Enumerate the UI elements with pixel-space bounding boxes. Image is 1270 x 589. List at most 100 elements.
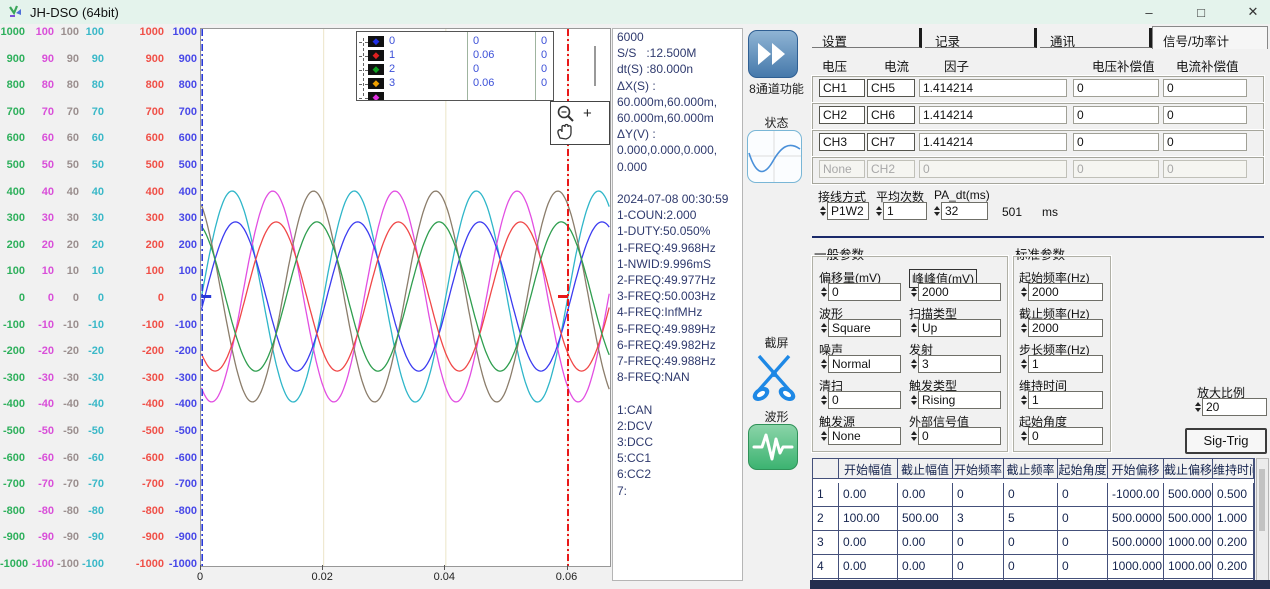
spin-down-icon[interactable] <box>911 329 917 333</box>
spin-up-icon[interactable] <box>1021 431 1027 435</box>
spin-down-icon[interactable] <box>1021 437 1027 441</box>
table-cell[interactable]: 500.0000 <box>1108 507 1164 531</box>
std-param-0-spinner[interactable]: 2000 <box>1019 283 1103 301</box>
voltage-channel-select[interactable]: CH2 <box>819 106 865 124</box>
segment-table[interactable]: 开始幅值截止幅值开始频率截止频率起始角度开始偏移截止偏移维持时间10.000.0… <box>812 458 1255 582</box>
param-5-spinner[interactable]: 3 <box>909 355 1001 373</box>
table-cell[interactable]: 0.500 <box>1213 483 1254 507</box>
table-cell[interactable]: 0 <box>1058 531 1108 555</box>
spinner-value[interactable]: 0 <box>828 391 901 409</box>
spinner-value[interactable]: 1 <box>1028 355 1103 373</box>
spin-up-icon[interactable] <box>821 359 827 363</box>
spin-up-icon[interactable] <box>934 206 940 210</box>
param-1-spinner[interactable]: 2000 <box>909 283 1001 301</box>
table-cell[interactable]: 3 <box>813 531 839 555</box>
spinner-arrows[interactable] <box>819 427 828 445</box>
legend-row[interactable]: ◆000 <box>357 35 553 49</box>
table-cell[interactable]: 0.200 <box>1213 555 1254 579</box>
param-8-spinner[interactable]: None <box>819 427 901 445</box>
tab-通讯[interactable]: 通讯 <box>1040 28 1152 48</box>
zoom-plus-icon[interactable]: + <box>583 105 592 122</box>
spinner-value[interactable]: 32 <box>941 202 988 220</box>
table-cell[interactable]: 500.0000 <box>1108 531 1164 555</box>
waveform-button[interactable] <box>748 424 798 470</box>
legend-row[interactable]: ◆ <box>357 91 553 101</box>
spinner-arrows[interactable] <box>818 202 827 220</box>
spin-up-icon[interactable] <box>1195 402 1201 406</box>
table-cell[interactable]: 500.0000 <box>1164 483 1213 507</box>
spinner-value[interactable]: Up <box>918 319 1001 337</box>
spinner-arrows[interactable] <box>909 391 918 409</box>
zoom-in-icon[interactable] <box>559 107 574 122</box>
waveform-canvas[interactable] <box>201 29 610 566</box>
std-param-4-spinner[interactable]: 0 <box>1019 427 1103 445</box>
spin-up-icon[interactable] <box>821 323 827 327</box>
spinner-arrows[interactable] <box>1019 391 1028 409</box>
table-cell[interactable]: 0 <box>1058 483 1108 507</box>
spin-down-icon[interactable] <box>1021 293 1027 297</box>
voltage-comp-input[interactable]: 0 <box>1073 133 1159 151</box>
spinner-value[interactable]: 2000 <box>1028 283 1103 301</box>
spinner-arrows[interactable] <box>819 355 828 373</box>
tab-记录[interactable]: 记录 <box>925 28 1037 48</box>
spin-down-icon[interactable] <box>821 293 827 297</box>
spinner-arrows[interactable] <box>819 283 828 301</box>
param-2-spinner[interactable]: Square <box>819 319 901 337</box>
spin-up-icon[interactable] <box>1021 287 1027 291</box>
table-scrollbar[interactable] <box>1256 458 1269 582</box>
table-cell[interactable]: 0 <box>1058 555 1108 579</box>
spin-down-icon[interactable] <box>820 212 826 216</box>
spin-down-icon[interactable] <box>821 401 827 405</box>
table-cell[interactable]: 0.200 <box>1213 531 1254 555</box>
fast-forward-button[interactable] <box>748 30 798 78</box>
table-cell[interactable]: 0 <box>1004 555 1058 579</box>
voltage-comp-input[interactable]: 0 <box>1073 106 1159 124</box>
pan-hand-icon[interactable] <box>558 125 571 140</box>
table-cell[interactable]: 2 <box>813 507 839 531</box>
param-0-spinner[interactable]: 0 <box>819 283 901 301</box>
factor-input[interactable]: 1.414214 <box>919 133 1067 151</box>
spinner-value[interactable]: P1W2 <box>827 202 869 220</box>
spin-up-icon[interactable] <box>1021 323 1027 327</box>
spinner-value[interactable]: Normal <box>828 355 901 373</box>
cursor-center-tick[interactable] <box>558 295 568 298</box>
table-scrollbar-thumb[interactable] <box>1259 469 1265 531</box>
std-param-3-spinner[interactable]: 1 <box>1019 391 1103 409</box>
current-comp-input[interactable]: 0 <box>1163 106 1247 124</box>
table-cell[interactable]: 100.00 <box>839 507 898 531</box>
spinner-arrows[interactable] <box>1019 319 1028 337</box>
current-comp-input[interactable]: 0 <box>1163 79 1247 97</box>
spinner-arrows[interactable] <box>1019 283 1028 301</box>
legend-row[interactable]: ◆10.060 <box>357 49 553 63</box>
factor-input[interactable]: 1.414214 <box>919 106 1067 124</box>
tab-设置[interactable]: 设置 <box>812 28 922 48</box>
spinner-value[interactable]: 0 <box>828 283 901 301</box>
spinner-arrows[interactable] <box>819 319 828 337</box>
spin-up-icon[interactable] <box>911 323 917 327</box>
table-cell[interactable]: 1000.000 <box>1164 555 1213 579</box>
current-channel-select[interactable]: CH5 <box>867 79 915 97</box>
spin-up-icon[interactable] <box>1021 359 1027 363</box>
current-channel-select[interactable]: CH6 <box>867 106 915 124</box>
table-cell[interactable]: 500.0000 <box>1164 507 1213 531</box>
table-cell[interactable]: 0.00 <box>898 483 953 507</box>
spin-up-icon[interactable] <box>821 287 827 291</box>
table-cell[interactable]: 0.00 <box>839 483 898 507</box>
table-cell[interactable]: 0.00 <box>839 555 898 579</box>
spin-down-icon[interactable] <box>821 329 827 333</box>
table-cell[interactable]: 0 <box>953 555 1004 579</box>
table-cell[interactable]: -1000.00 <box>1108 483 1164 507</box>
spin-down-icon[interactable] <box>911 293 917 297</box>
voltage-comp-input[interactable]: 0 <box>1073 79 1159 97</box>
spin-down-icon[interactable] <box>1021 329 1027 333</box>
spinner-value[interactable]: 2000 <box>1028 319 1103 337</box>
spinner-arrows[interactable] <box>909 283 918 301</box>
spin-down-icon[interactable] <box>821 365 827 369</box>
spinner-value[interactable]: 1 <box>883 202 927 220</box>
spinner-value[interactable]: 0 <box>918 427 1001 445</box>
std-param-2-spinner[interactable]: 1 <box>1019 355 1103 373</box>
spinner-arrows[interactable] <box>1193 398 1202 416</box>
spinner-arrows[interactable] <box>1019 427 1028 445</box>
table-cell[interactable]: 0 <box>1004 483 1058 507</box>
spin-down-icon[interactable] <box>1021 365 1027 369</box>
